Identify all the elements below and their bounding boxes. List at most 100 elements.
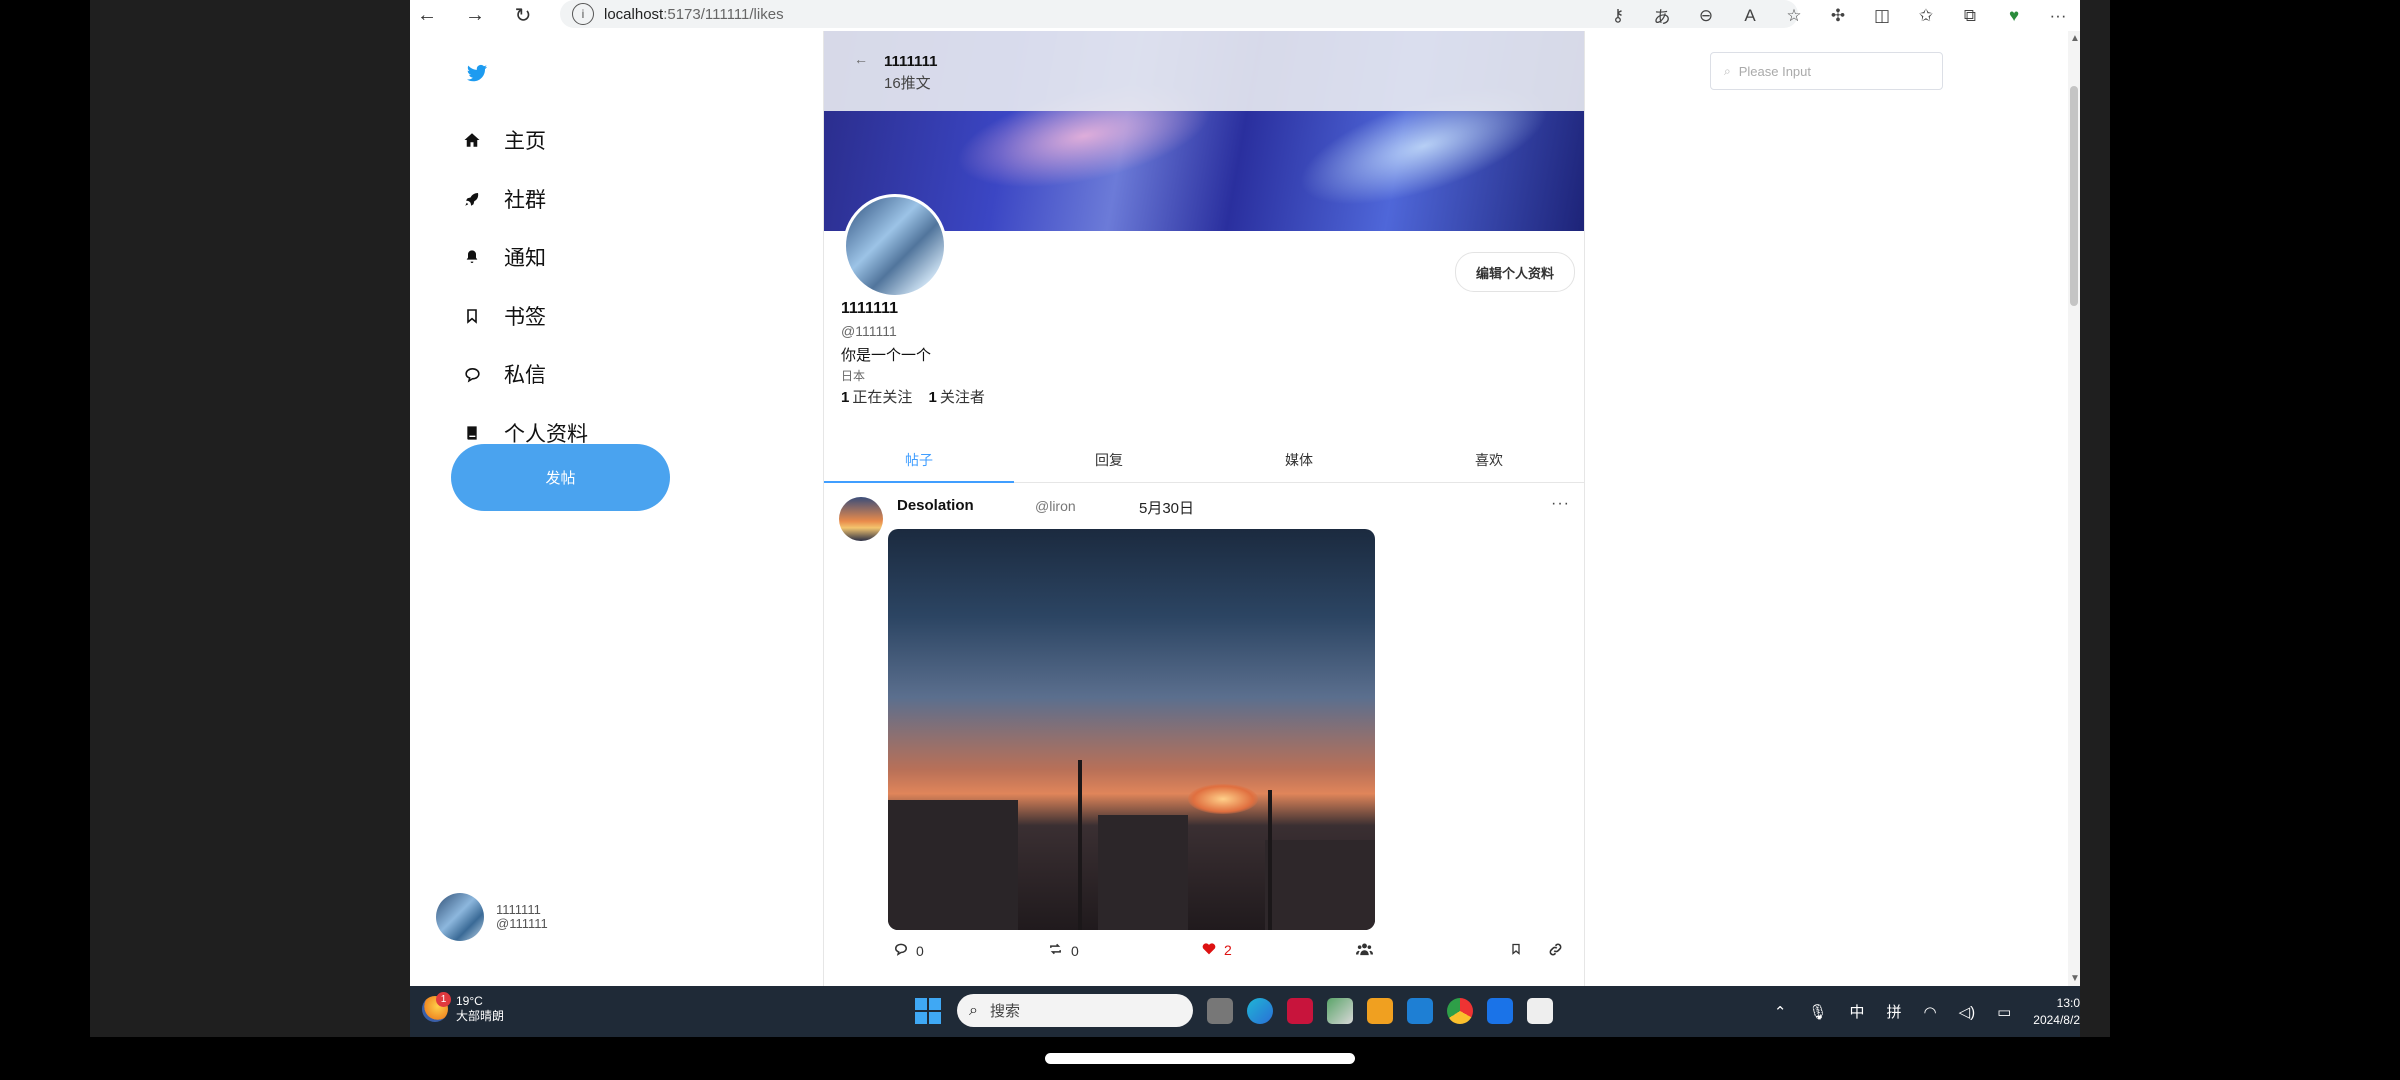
zoom-out-icon[interactable]: ⊖: [1684, 0, 1728, 31]
users-icon: [1356, 942, 1373, 959]
volume-icon[interactable]: ◁): [1959, 1003, 1976, 1021]
search-input[interactable]: ⌕ Please Input: [1710, 52, 1943, 90]
scrollbar-thumb[interactable]: [2070, 86, 2078, 306]
post-author-avatar[interactable]: [839, 497, 883, 541]
bookmark-button[interactable]: [1510, 942, 1530, 959]
like-button[interactable]: 2: [1202, 942, 1232, 958]
tab-posts[interactable]: 帖子: [824, 437, 1014, 483]
comment-button[interactable]: 0: [894, 942, 924, 959]
heart-icon: [1202, 942, 1216, 958]
back-arrow-icon[interactable]: ←: [410, 0, 444, 31]
tab-media[interactable]: 媒体: [1204, 437, 1394, 482]
notification-badge: 1: [436, 992, 451, 1007]
post-author-name[interactable]: Desolation: [897, 497, 974, 514]
scroll-up-arrow-icon[interactable]: ▲: [2070, 33, 2080, 44]
profile-book-icon: [462, 423, 482, 443]
tab-replies[interactable]: 回复: [1014, 437, 1204, 482]
desktop-background-margin: [90, 0, 410, 1037]
sidebar-item-home[interactable]: 主页: [462, 111, 588, 170]
sidebar-item-label: 私信: [504, 364, 546, 388]
followers-label: 关注者: [939, 389, 985, 406]
tab-likes[interactable]: 喜欢: [1394, 437, 1584, 482]
comment-icon: [894, 942, 908, 959]
profile-header-bar: ← 1111111 16推文: [824, 31, 1584, 111]
browser-essentials-icon[interactable]: ♥: [1992, 0, 2036, 31]
chrome-icon[interactable]: [1447, 997, 1473, 1024]
desktop-background-left: [0, 0, 90, 1080]
notepad-app-icon[interactable]: [1527, 997, 1553, 1024]
profile-location: 日本: [841, 369, 866, 383]
vscode-icon[interactable]: [1407, 997, 1433, 1024]
system-tray: ⌃ 🎙 中 拼 ◠ ◁) ▭ 13:0 2024/8/2: [1752, 986, 2080, 1037]
clock[interactable]: 13:0 2024/8/2: [2033, 995, 2080, 1029]
search-icon: ⌕: [1724, 63, 1731, 78]
favorites-icon[interactable]: ✩: [1904, 0, 1948, 31]
edge-browser-icon[interactable]: [1247, 997, 1273, 1024]
profile-avatar[interactable]: [843, 194, 947, 298]
phone-link-icon[interactable]: [1487, 997, 1513, 1024]
post-card[interactable]: Desolation @liron 5月30日 ··· 0 0 2: [824, 483, 1584, 983]
sidebar-item-notifications[interactable]: 通知: [462, 228, 588, 287]
retweet-button[interactable]: 0: [1048, 942, 1079, 959]
forward-arrow-icon[interactable]: →: [458, 0, 492, 31]
favorite-star-icon[interactable]: ☆: [1772, 0, 1816, 31]
back-arrow-icon[interactable]: ←: [854, 51, 868, 67]
edit-profile-button[interactable]: 编辑个人资料: [1455, 252, 1575, 292]
clock-date: 2024/8/2: [2033, 1012, 2080, 1027]
sidebar-item-messages[interactable]: 私信: [462, 345, 588, 404]
scroll-down-arrow-icon[interactable]: ▼: [2070, 973, 2080, 984]
password-key-icon[interactable]: ⚷: [1596, 0, 1640, 31]
battery-icon[interactable]: ▭: [1997, 1003, 2011, 1021]
weather-widget[interactable]: 1 19°C 大部晴朗: [422, 992, 504, 1024]
url-host: localhost: [604, 5, 664, 23]
windows-taskbar: 1 19°C 大部晴朗 ⌕ 搜索 ⌃ 🎙 中 拼 ◠ ◁) ▭ 13:0 202…: [410, 986, 2080, 1037]
task-view-icon[interactable]: [1207, 997, 1233, 1024]
extensions-icon[interactable]: ✣: [1816, 0, 1860, 31]
split-screen-icon[interactable]: ◫: [1860, 0, 1904, 31]
post-image[interactable]: [888, 529, 1375, 930]
ime-pinyin[interactable]: 拼: [1886, 1001, 1901, 1022]
jetbrains-app-icon[interactable]: [1287, 997, 1313, 1024]
site-info-icon[interactable]: i: [572, 3, 594, 25]
page-scrollbar[interactable]: ▲ ▼: [2068, 31, 2080, 986]
twitter-logo-icon[interactable]: [465, 61, 489, 85]
profile-column: ← 1111111 16推文 编辑个人资料 1111111 @111111 你是…: [823, 31, 1585, 986]
weather-temperature: 19°C: [456, 994, 483, 1008]
app-window-icon[interactable]: [1367, 997, 1393, 1024]
wifi-icon[interactable]: ◠: [1923, 1003, 1936, 1021]
sidebar-item-bookmarks[interactable]: 书签: [462, 287, 588, 346]
header-post-count: 16推文: [884, 75, 931, 92]
taskbar-search[interactable]: ⌕ 搜索: [957, 994, 1193, 1027]
web-page: 主页 社群 通知 书签 私信 个人资料 发帖 1111111 @111111 ←…: [410, 31, 2080, 986]
sidebar-nav: 主页 社群 通知 书签 私信 个人资料: [462, 111, 588, 462]
refresh-icon[interactable]: ↻: [506, 0, 540, 31]
desktop-background-right: [2110, 0, 2400, 1080]
ime-mode-chinese[interactable]: 中: [1849, 1001, 1864, 1022]
translate-icon[interactable]: あ: [1640, 0, 1684, 31]
sidebar-item-community[interactable]: 社群: [462, 170, 588, 229]
sidebar-item-label: 通知: [504, 247, 546, 271]
photos-app-icon[interactable]: [1327, 997, 1353, 1024]
sidebar-user-card[interactable]: 1111111 @111111: [436, 893, 548, 941]
copy-link-button[interactable]: [1548, 942, 1571, 960]
profile-name: 1111111: [841, 300, 898, 317]
profile-tabs: 帖子 回复 媒体 喜欢: [824, 437, 1584, 483]
like-count: 2: [1224, 942, 1232, 958]
header-name: 1111111: [884, 53, 938, 70]
following-link[interactable]: 1 正在关注: [841, 389, 912, 406]
share-people-button[interactable]: [1356, 942, 1381, 959]
more-menu-icon[interactable]: ···: [2036, 0, 2080, 31]
more-options-icon[interactable]: ···: [1551, 495, 1570, 513]
profile-bio: 你是一个一个: [841, 347, 932, 364]
retweet-icon: [1048, 942, 1063, 959]
collections-icon[interactable]: ⧉: [1948, 0, 1992, 31]
post-button[interactable]: 发帖: [451, 444, 670, 511]
desktop-background-right-margin: [2080, 0, 2110, 1037]
microphone-icon[interactable]: 🎙: [1808, 1003, 1827, 1021]
followers-link[interactable]: 1 关注者: [929, 389, 985, 406]
chevron-up-icon[interactable]: ⌃: [1774, 1003, 1787, 1021]
read-aloud-icon[interactable]: A: [1728, 0, 1772, 31]
sidebar-user-handle: @111111: [496, 916, 548, 931]
windows-start-icon[interactable]: [915, 997, 941, 1024]
comment-count: 0: [916, 942, 924, 959]
